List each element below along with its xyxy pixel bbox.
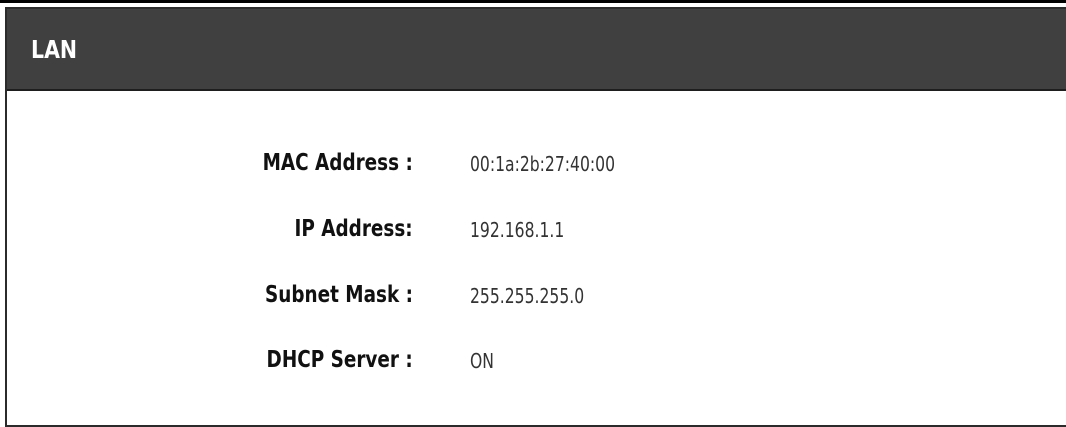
lan-status-frame: LAN MAC Address : 00:1a:2b:27:40:00 IP A… xyxy=(0,0,1066,427)
lan-panel: LAN MAC Address : 00:1a:2b:27:40:00 IP A… xyxy=(5,7,1066,427)
panel-title: LAN xyxy=(31,35,78,64)
ip-address-value: 192.168.1.1 xyxy=(470,218,565,242)
mac-address-label: MAC Address : xyxy=(262,150,413,176)
ip-address-row: IP Address: 192.168.1.1 xyxy=(7,216,1007,250)
mac-address-value: 00:1a:2b:27:40:00 xyxy=(470,152,615,176)
panel-header: LAN xyxy=(7,9,1066,91)
subnet-mask-value: 255.255.255.0 xyxy=(470,284,585,308)
dhcp-server-row: DHCP Server : ON xyxy=(7,347,1007,381)
dhcp-server-label: DHCP Server : xyxy=(266,347,413,373)
dhcp-server-value: ON xyxy=(470,349,494,373)
mac-address-row: MAC Address : 00:1a:2b:27:40:00 xyxy=(7,150,1007,184)
subnet-mask-label: Subnet Mask : xyxy=(265,282,413,308)
subnet-mask-row: Subnet Mask : 255.255.255.0 xyxy=(7,282,1007,316)
top-divider xyxy=(0,0,1066,3)
ip-address-label: IP Address: xyxy=(294,216,413,242)
